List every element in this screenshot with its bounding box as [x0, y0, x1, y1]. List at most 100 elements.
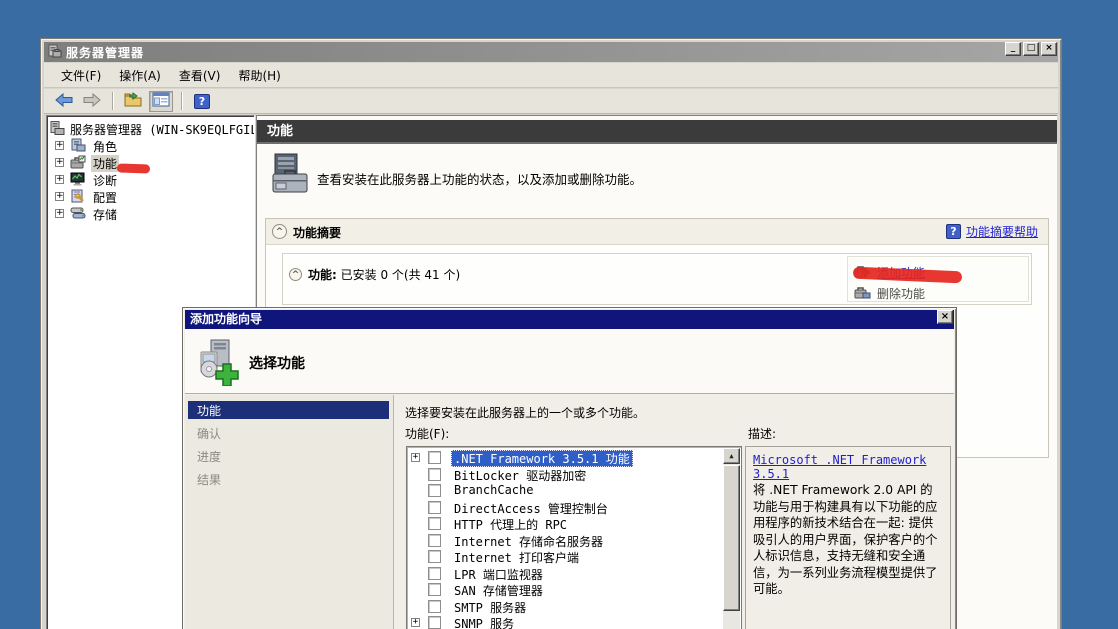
listbox-scrollbar[interactable]: ▲	[723, 448, 740, 629]
close-button[interactable]: ×	[1041, 42, 1057, 56]
forward-button[interactable]	[80, 91, 104, 112]
tree-item-label[interactable]: 诊断	[91, 172, 119, 189]
feature-checkbox[interactable]	[428, 550, 441, 563]
features-toolbox-icon	[267, 152, 313, 201]
export-button[interactable]	[121, 91, 145, 112]
server-icon	[50, 121, 65, 138]
feature-checkbox[interactable]	[428, 484, 441, 497]
feature-label[interactable]: LPR 端口监视器	[451, 566, 546, 583]
feature-row: + .NET Framework 3.5.1 功能	[407, 450, 741, 467]
remove-features-link[interactable]: 删除功能	[877, 285, 925, 302]
expand-icon[interactable]: +	[411, 618, 420, 627]
feature-row: SMTP 服务器	[407, 599, 741, 616]
feature-checkbox[interactable]	[428, 616, 441, 629]
scrollbar-thumb[interactable]	[723, 465, 740, 611]
summary-help-link[interactable]: 功能摘要帮助	[966, 223, 1038, 240]
dialog-close-button[interactable]: ×	[937, 310, 953, 324]
help-button[interactable]: ?	[190, 91, 214, 112]
feature-description-link[interactable]: Microsoft .NET Framework 3.5.1	[753, 453, 943, 481]
feature-label[interactable]: .NET Framework 3.5.1 功能	[451, 450, 633, 467]
desktop: 服务器管理器 _ □ × 文件(F) 操作(A) 查看(V) 帮助(H)	[0, 0, 1118, 629]
feature-label[interactable]: HTTP 代理上的 RPC	[451, 516, 570, 533]
menu-view[interactable]: 查看(V)	[170, 64, 230, 87]
feature-label[interactable]: DirectAccess 管理控制台	[451, 500, 611, 517]
feature-label[interactable]: Internet 存储命名服务器	[451, 533, 606, 550]
expand-icon[interactable]: +	[55, 158, 64, 167]
tree-item-label[interactable]: 角色	[91, 138, 119, 155]
summary-header: ^ 功能摘要 ? 功能摘要帮助	[266, 219, 1048, 245]
expand-icon[interactable]: +	[411, 453, 420, 462]
feature-row: LPR 端口监视器	[407, 566, 741, 583]
features-icon	[70, 155, 86, 172]
console-window-icon	[152, 92, 170, 110]
feature-checkbox[interactable]	[428, 468, 441, 481]
tree-item-label[interactable]: 配置	[91, 189, 119, 206]
wizard-steps: 功能 确认 进度 结果	[185, 395, 394, 629]
expand-icon[interactable]: +	[55, 209, 64, 218]
menu-help[interactable]: 帮助(H)	[229, 64, 289, 87]
step-confirmation: 确认	[185, 424, 393, 447]
back-button[interactable]	[52, 91, 76, 112]
feature-checkbox[interactable]	[428, 501, 441, 514]
features-count: 已安装 0 个(共 41 个)	[341, 268, 461, 282]
tree-root-label[interactable]: 服务器管理器 (WIN-SK9EQLFGIL	[70, 121, 255, 138]
step-progress: 进度	[185, 447, 393, 470]
scroll-up-icon[interactable]: ▲	[723, 448, 740, 464]
folder-export-icon	[124, 92, 142, 110]
feature-checkbox[interactable]	[428, 517, 441, 530]
feature-checkbox[interactable]	[428, 583, 441, 596]
dialog-body: 功能 确认 进度 结果 选择要安装在此服务器上的一个或多个功能。 功能(F): …	[185, 395, 954, 629]
feature-row: BitLocker 驱动器加密	[407, 467, 741, 484]
tree-item-configuration: + 配置	[47, 188, 254, 205]
feature-label[interactable]: SMTP 服务器	[451, 599, 529, 616]
feature-checkbox[interactable]	[428, 451, 441, 464]
feature-description-text: 将 .NET Framework 2.0 API 的功能与用于构建具有以下功能的…	[753, 482, 943, 598]
minimize-button[interactable]: _	[1005, 42, 1021, 56]
expand-icon[interactable]: +	[55, 192, 64, 201]
forward-arrow-icon	[82, 92, 102, 111]
menu-file[interactable]: 文件(F)	[52, 64, 110, 87]
feature-label[interactable]: BranchCache	[451, 483, 536, 497]
features-listbox: + .NET Framework 3.5.1 功能 BitLocker 驱动器加…	[406, 446, 742, 629]
step-results: 结果	[185, 470, 393, 493]
feature-checkbox[interactable]	[428, 534, 441, 547]
wizard-main: 选择要安装在此服务器上的一个或多个功能。 功能(F): 描述: + .NET F…	[395, 395, 954, 629]
feature-row: SAN 存储管理器	[407, 582, 741, 599]
add-features-wizard-icon	[195, 338, 243, 389]
feature-checkbox[interactable]	[428, 600, 441, 613]
description-panel: Microsoft .NET Framework 3.5.1 将 .NET Fr…	[745, 446, 951, 629]
remove-features-action[interactable]: 删除功能	[854, 283, 1028, 304]
console-tree-button[interactable]	[149, 91, 173, 112]
expand-icon[interactable]: +	[55, 175, 64, 184]
maximize-button[interactable]: □	[1023, 42, 1039, 56]
feature-row: Internet 存储命名服务器	[407, 533, 741, 550]
tree-item-label[interactable]: 存储	[91, 206, 119, 223]
pane-intro: 查看安装在此服务器上功能的状态，以及添加或删除功能。	[317, 169, 642, 188]
features-list-label: 功能(F):	[405, 425, 449, 442]
feature-label[interactable]: SAN 存储管理器	[451, 582, 546, 599]
feature-label[interactable]: Internet 打印客户端	[451, 549, 582, 566]
feature-label[interactable]: BitLocker 驱动器加密	[451, 467, 589, 484]
dialog-titlebar[interactable]: 添加功能向导	[185, 310, 954, 329]
collapse-chevron-icon[interactable]: ^	[272, 224, 287, 239]
collapse-chevron-icon[interactable]: ^	[289, 268, 302, 281]
wizard-page-title: 选择功能	[249, 353, 305, 373]
feature-label[interactable]: SNMP 服务	[451, 615, 517, 629]
tree-item-diagnostics: + 诊断	[47, 171, 254, 188]
window-title: 服务器管理器	[66, 44, 144, 61]
feature-checkbox[interactable]	[428, 567, 441, 580]
dialog-title: 添加功能向导	[190, 312, 262, 326]
description-label: 描述:	[748, 425, 776, 442]
roles-icon	[70, 138, 86, 155]
storage-icon	[70, 206, 86, 223]
tree-item-roles: + 角色	[47, 137, 254, 154]
diagnostics-icon	[70, 172, 86, 189]
toolbar-separator	[181, 92, 182, 110]
feature-row: BranchCache	[407, 483, 741, 500]
window-titlebar[interactable]: 服务器管理器	[44, 42, 1058, 62]
menu-action[interactable]: 操作(A)	[110, 64, 170, 87]
tree-item-label[interactable]: 功能	[91, 155, 119, 172]
expand-icon[interactable]: +	[55, 141, 64, 150]
remove-features-icon	[854, 285, 871, 303]
tree-root: 服务器管理器 (WIN-SK9EQLFGIL	[47, 120, 254, 137]
